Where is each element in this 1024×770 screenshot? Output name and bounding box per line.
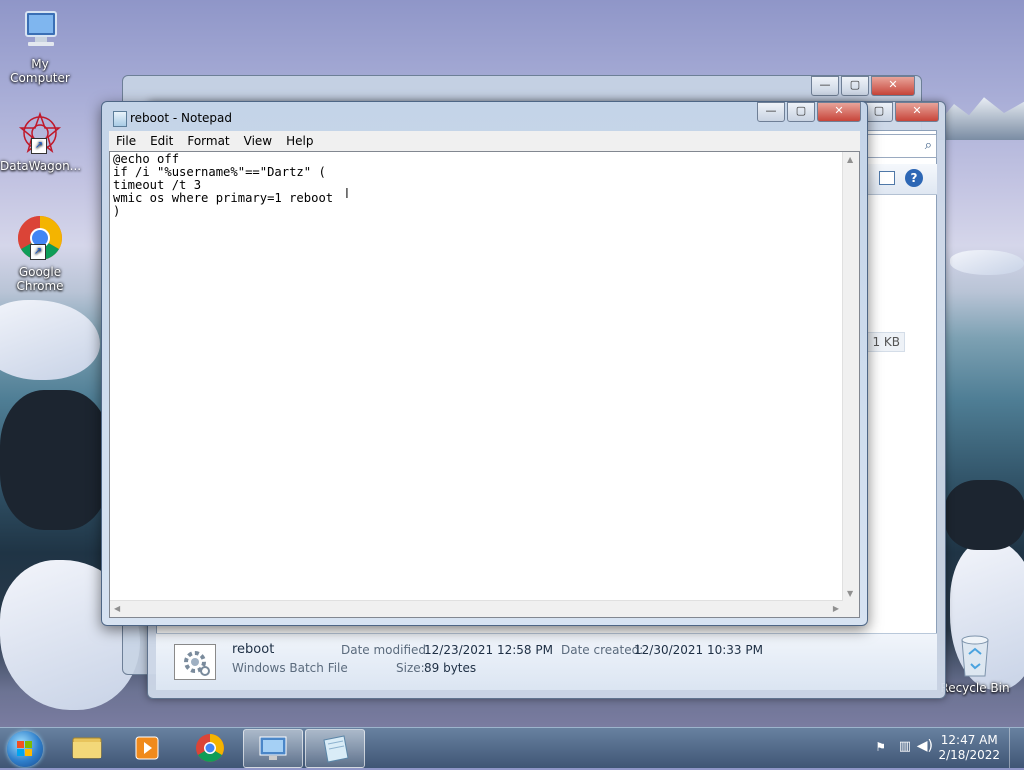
- size-value: 89 bytes: [424, 661, 477, 675]
- search-icon[interactable]: ⌕: [925, 138, 932, 153]
- notepad-icon: [323, 735, 349, 763]
- wallpaper-ice: [950, 250, 1024, 275]
- search-box[interactable]: ⌕: [865, 134, 937, 158]
- notepad-icon: [113, 111, 127, 127]
- maximize-button[interactable]: ▢: [787, 102, 815, 122]
- wallpaper-ice: [0, 300, 100, 380]
- taskbar-notepad-button[interactable]: [305, 729, 365, 768]
- taskbar-media-player-button[interactable]: [119, 729, 177, 766]
- preview-pane-icon[interactable]: [879, 171, 895, 185]
- chrome-icon: ↗: [16, 214, 64, 262]
- window-controls: — ▢ ✕: [809, 76, 915, 96]
- horizontal-scrollbar[interactable]: ◀ ▶: [110, 600, 843, 617]
- minimize-button[interactable]: —: [811, 76, 839, 96]
- resize-grip-icon[interactable]: [843, 601, 859, 617]
- start-button[interactable]: [7, 731, 43, 767]
- desktop-icon-google-chrome[interactable]: ↗ Google Chrome: [0, 214, 80, 293]
- batch-file-icon: [174, 644, 216, 680]
- date-created-value: 12/30/2021 10:33 PM: [634, 643, 763, 657]
- menu-bar: File Edit Format View Help: [109, 131, 860, 151]
- windows-logo-icon: [17, 741, 32, 756]
- media-player-icon: [135, 736, 159, 760]
- date-created-label: Date created:: [561, 643, 644, 657]
- desktop-icon-recycle-bin[interactable]: Recycle Bin: [937, 632, 1013, 695]
- shortcut-arrow-icon: ↗: [30, 244, 46, 260]
- computer-icon: [18, 8, 62, 54]
- help-icon[interactable]: ?: [905, 169, 923, 187]
- close-button[interactable]: ✕: [871, 76, 915, 96]
- taskbar: ⚑ ▥ ◀) 12:47 AM 2/18/2022: [0, 727, 1024, 768]
- desktop-icon-label: My Computer: [10, 57, 70, 85]
- folder-icon: [72, 737, 102, 759]
- scroll-left-icon[interactable]: ◀: [114, 604, 120, 613]
- date-modified-value: 12/23/2021 12:58 PM: [424, 643, 553, 657]
- vertical-scrollbar[interactable]: ▲ ▼: [842, 152, 859, 601]
- close-button[interactable]: ✕: [817, 102, 861, 122]
- menu-file[interactable]: File: [109, 134, 143, 148]
- details-pane: reboot Windows Batch File Date modified:…: [156, 633, 937, 690]
- size-column-cell: 1 KB: [867, 332, 905, 352]
- text-cursor-icon: I: [345, 187, 349, 202]
- desktop-icon-datawagon[interactable]: ↗ DataWagon...: [0, 110, 82, 173]
- maximize-button[interactable]: ▢: [865, 102, 893, 122]
- clock-date: 2/18/2022: [938, 748, 1000, 762]
- menu-help[interactable]: Help: [279, 134, 320, 148]
- window-controls: — ▢ ✕: [755, 102, 861, 122]
- recycle-bin-icon: [957, 632, 993, 678]
- explorer-toolbar: ?: [861, 164, 937, 195]
- volume-icon[interactable]: ◀): [917, 738, 933, 754]
- scroll-up-icon[interactable]: ▲: [847, 155, 853, 164]
- datawagon-icon: ↗: [17, 110, 63, 156]
- wallpaper-rocks: [0, 390, 110, 530]
- chrome-icon: [196, 734, 224, 762]
- menu-view[interactable]: View: [237, 134, 279, 148]
- menu-edit[interactable]: Edit: [143, 134, 180, 148]
- taskbar-explorer-button[interactable]: [58, 729, 116, 766]
- wallpaper-rocks: [945, 480, 1024, 550]
- date-modified-label: Date modified:: [341, 643, 431, 657]
- menu-format[interactable]: Format: [180, 134, 236, 148]
- notepad-window[interactable]: reboot - Notepad — ▢ ✕ File Edit Format …: [101, 101, 868, 626]
- clock[interactable]: 12:47 AM 2/18/2022: [938, 733, 1000, 763]
- editor-text[interactable]: @echo off if /i "%username%"=="Dartz" ( …: [113, 153, 841, 599]
- desktop-icon-label: DataWagon...: [0, 159, 82, 173]
- taskbar-network-app-button[interactable]: [243, 729, 303, 768]
- desktop-icon-label: Google Chrome: [16, 265, 64, 293]
- window-title: reboot - Notepad: [130, 111, 233, 125]
- size-label: Size:: [396, 661, 425, 675]
- scroll-down-icon[interactable]: ▼: [847, 589, 853, 598]
- action-center-flag-icon[interactable]: ⚑: [875, 740, 886, 754]
- file-type: Windows Batch File: [232, 661, 348, 675]
- text-editor[interactable]: @echo off if /i "%username%"=="Dartz" ( …: [109, 151, 860, 618]
- scroll-right-icon[interactable]: ▶: [833, 604, 839, 613]
- taskbar-chrome-button[interactable]: [181, 729, 239, 766]
- network-computer-icon: [259, 736, 287, 760]
- clock-time: 12:47 AM: [940, 733, 998, 747]
- network-icon[interactable]: ▥: [899, 739, 911, 754]
- maximize-button[interactable]: ▢: [841, 76, 869, 96]
- desktop-icon-my-computer[interactable]: My Computer: [0, 8, 80, 85]
- close-button[interactable]: ✕: [895, 102, 939, 122]
- minimize-button[interactable]: —: [757, 102, 785, 122]
- show-desktop-button[interactable]: [1009, 728, 1024, 768]
- desktop-icon-label: Recycle Bin: [940, 681, 1010, 695]
- shortcut-arrow-icon: ↗: [31, 138, 47, 154]
- file-name: reboot: [232, 642, 275, 657]
